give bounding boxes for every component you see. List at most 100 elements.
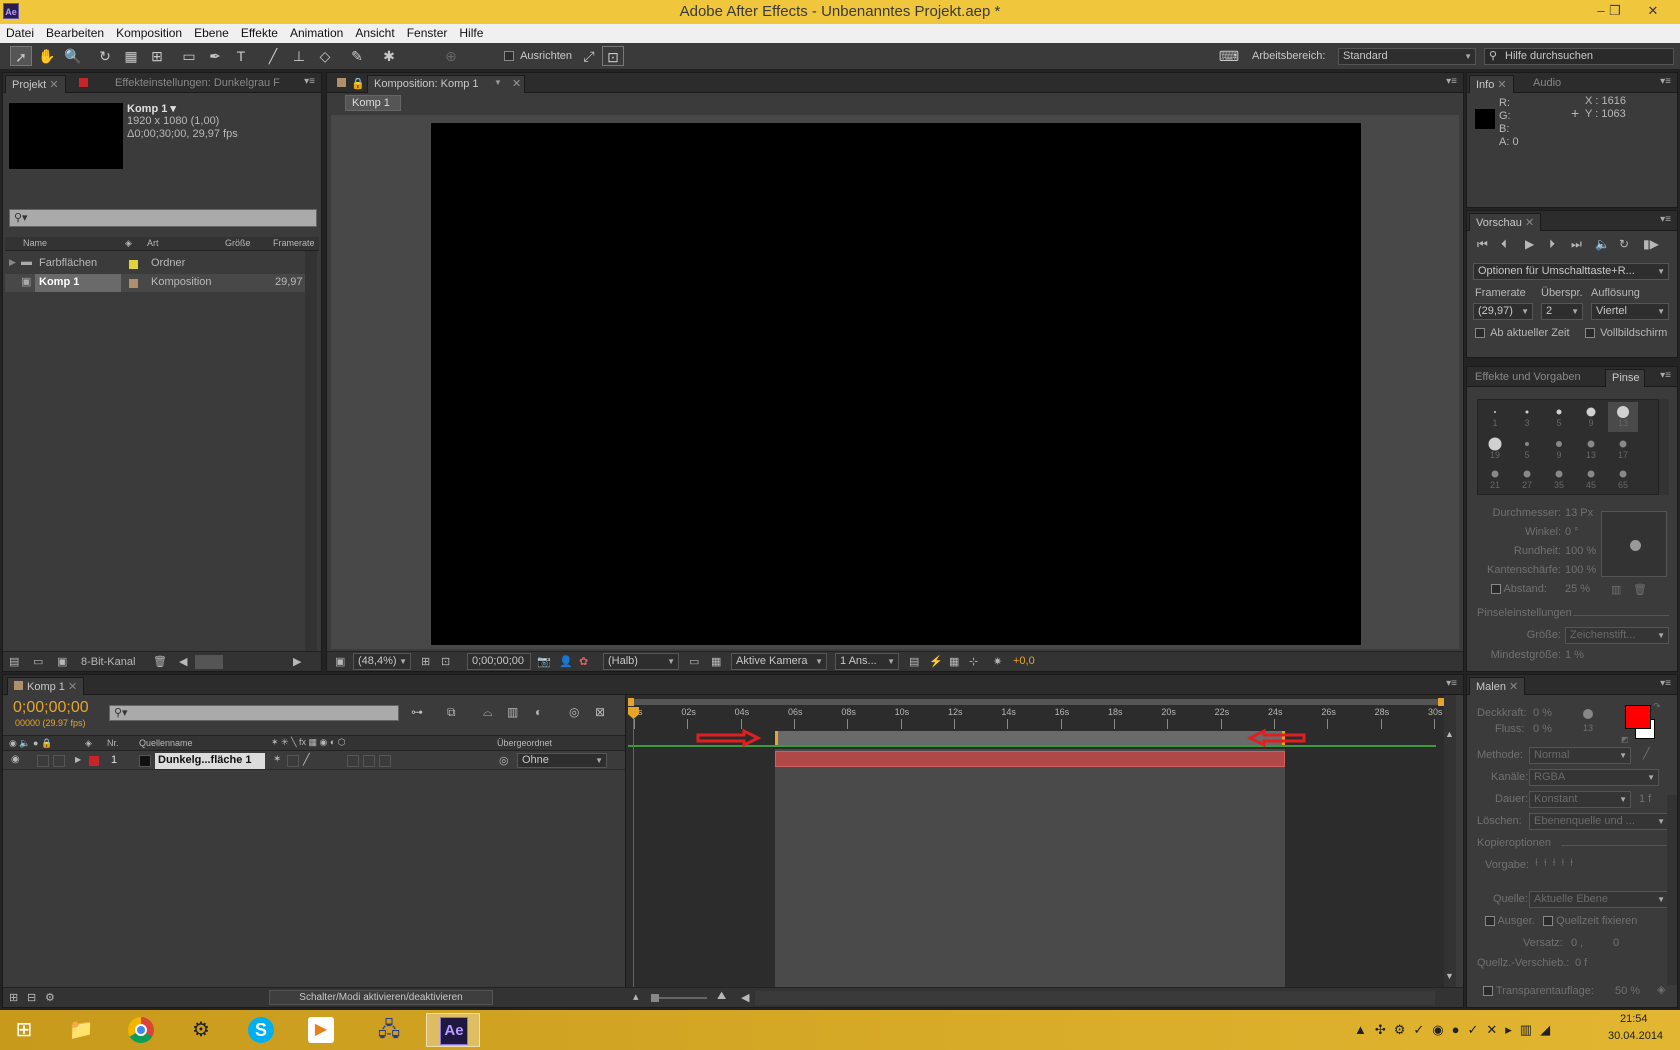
in-out-columns-icon[interactable]: ⚙ — [45, 991, 55, 1004]
offset-x-value[interactable]: 0 , — [1571, 937, 1583, 949]
save-brush-icon[interactable]: ▥ — [1611, 583, 1621, 596]
brush-tip-13[interactable]: 13 — [1608, 402, 1638, 432]
always-preview-icon[interactable]: ▣ — [335, 655, 345, 668]
angle-value[interactable]: 0 ° — [1565, 526, 1579, 538]
scroll-right-icon[interactable]: ▶ — [293, 655, 301, 668]
selection-tool-icon[interactable]: ➚ — [10, 46, 32, 66]
after-effects-taskbar-button[interactable]: Ae — [426, 1013, 480, 1047]
axis-mode-icon[interactable]: ⊕ — [440, 46, 462, 66]
pickwhip-icon[interactable]: ◎ — [499, 754, 509, 767]
mask-visibility-icon[interactable]: ⊡ — [441, 655, 450, 668]
horizontal-scrollbar[interactable] — [195, 655, 223, 669]
lock-icon[interactable]: 🔒 — [351, 77, 365, 90]
scrollbar[interactable] — [305, 251, 317, 657]
graph-editor-icon[interactable]: ⊠ — [595, 705, 605, 719]
current-time-indicator[interactable] — [633, 707, 634, 987]
preview-options-select[interactable]: Optionen für Umschalttaste+R... ▼ — [1473, 263, 1669, 280]
menu-komposition[interactable]: Komposition — [110, 24, 188, 40]
tab-effects-presets[interactable]: Effekte und Vorgaben — [1469, 369, 1587, 387]
tab-composition[interactable]: Komposition: Komp 1 ▼ ✕ — [367, 75, 525, 93]
panel-menu-icon[interactable]: ▾≡ — [1660, 76, 1671, 87]
tab-paint[interactable]: Malen ✕ — [1469, 677, 1526, 695]
exposure-reset-icon[interactable]: ✷ — [993, 655, 1002, 668]
snap-icon[interactable]: ⤢ — [578, 46, 600, 66]
clone-overlay-value[interactable]: 50 % — [1615, 985, 1640, 997]
col-size[interactable]: Größe — [225, 238, 251, 248]
brush-tip-soft-45[interactable]: 45 — [1576, 464, 1606, 494]
zoom-in-icon[interactable]: ⛰ — [717, 990, 726, 1003]
duration-frames[interactable]: 1 f — [1639, 793, 1651, 805]
resolution-select[interactable]: Viertel ▼ — [1591, 303, 1669, 320]
show-snapshot-icon[interactable]: 👤 — [559, 655, 573, 668]
brush-tip-5[interactable]: 5 — [1544, 402, 1574, 432]
brush-tip-soft-27[interactable]: 27 — [1512, 464, 1542, 494]
brush-tip-soft-5[interactable]: 5 — [1512, 434, 1542, 464]
table-row[interactable]: ◉ ▶ 1 Dunkelg...fläche 1 ✶ ╱ ◎ Ohne ▼ — [3, 752, 625, 770]
label-color-icon[interactable] — [129, 260, 138, 269]
menu-ansicht[interactable]: Ansicht — [349, 24, 400, 40]
scroll-down-icon[interactable]: ▼ — [1445, 971, 1454, 981]
fast-previews-icon[interactable]: ⚡ — [929, 655, 943, 668]
lock-toggle[interactable] — [53, 755, 65, 767]
solo-toggle[interactable] — [37, 755, 49, 767]
col-name[interactable]: Name — [23, 238, 47, 248]
switches-icons[interactable]: ✶ ✳ ╲ fx ▦ ◉ ◐ ⬡ — [271, 737, 346, 748]
zoom-out-icon[interactable]: ▴ — [633, 990, 639, 1003]
delete-brush-icon[interactable]: 🗑 — [1633, 583, 1647, 596]
previous-frame-icon[interactable]: ⏴ — [1501, 237, 1507, 252]
region-of-interest-icon[interactable]: ▭ — [689, 655, 699, 668]
first-frame-icon[interactable]: ⏮ — [1477, 237, 1488, 252]
file-explorer-icon[interactable]: 📁 — [54, 1013, 108, 1047]
audio-icon[interactable]: 🔈 — [1595, 237, 1610, 251]
timeline-icon[interactable]: ▦ — [949, 655, 959, 668]
breadcrumb[interactable]: Komp 1 — [345, 95, 401, 111]
col-parent[interactable]: Übergeordnet — [497, 738, 552, 748]
brainstorm-icon[interactable]: ◎ — [569, 705, 579, 719]
mini-flowchart-icon[interactable]: ⊶ — [411, 705, 423, 719]
comp-viewer-area[interactable] — [331, 115, 1459, 649]
channels-select[interactable]: RGBA ▼ — [1529, 769, 1659, 786]
clone-preset-icons[interactable]: ⍿⍿⍿⍿⍿ — [1535, 857, 1579, 870]
current-time-display[interactable]: 0;00;00;00 — [13, 699, 89, 717]
close-tab-icon[interactable]: ✕ — [1509, 681, 1518, 693]
menu-hilfe[interactable]: Hilfe — [453, 24, 489, 40]
steam-icon[interactable]: ⚙ — [174, 1013, 228, 1047]
snap-target-icon[interactable]: ⊡ — [602, 46, 624, 66]
pan-behind-tool-icon[interactable]: ⊞ — [146, 46, 168, 66]
transparency-grid-icon[interactable]: ▦ — [711, 655, 721, 668]
zoom-tool-icon[interactable]: 🔍 — [62, 46, 84, 66]
type-tool-icon[interactable]: T — [230, 46, 252, 66]
menu-bearbeiten[interactable]: Bearbeiten — [40, 24, 110, 40]
col-framerate[interactable]: Framerate — [273, 238, 315, 248]
toggle-switches-modes-button[interactable]: Schalter/Modi aktivieren/deaktivieren — [269, 990, 493, 1005]
tab-brushes[interactable]: Pinse — [1605, 369, 1645, 387]
comp-name[interactable]: Komp 1 ▾ — [127, 102, 176, 115]
spacing-checkbox[interactable] — [1491, 584, 1501, 595]
close-tab-icon[interactable]: ✕ — [512, 77, 521, 90]
panel-menu-icon[interactable]: ▾≡ — [1660, 214, 1671, 225]
project-search-input[interactable]: ⚲▾ — [9, 209, 317, 227]
tab-preview[interactable]: Vorschau ✕ — [1469, 213, 1542, 231]
brush-tip-soft-65[interactable]: 65 — [1608, 464, 1638, 494]
col-type[interactable]: Art — [147, 238, 159, 248]
tab-effect-controls[interactable]: Effekteinstellungen: Dunkelgrau F — [109, 75, 286, 93]
align-checkbox[interactable] — [504, 51, 514, 62]
hardness-value[interactable]: 100 % — [1565, 564, 1596, 576]
roto-brush-tool-icon[interactable]: ✎ — [346, 46, 368, 66]
eyedropper-icon[interactable]: ╱ — [1643, 747, 1650, 760]
horizontal-scrollbar[interactable] — [755, 991, 1435, 1005]
default-colors-icon[interactable]: ◩ — [1621, 735, 1629, 744]
draft-3d-icon[interactable]: ⧉ — [447, 705, 456, 720]
loop-icon[interactable]: ↻ — [1619, 237, 1629, 251]
trash-icon[interactable]: 🗑 — [153, 655, 167, 668]
brush-tip-3[interactable]: 3 — [1512, 402, 1542, 432]
collapse-switch[interactable] — [287, 755, 299, 767]
framerate-select[interactable]: (29,97) ▼ — [1473, 303, 1533, 320]
spacing-value[interactable]: 25 % — [1565, 583, 1590, 595]
brush-tool-icon[interactable]: ╱ — [262, 46, 284, 66]
brush-tip-19[interactable]: 19 — [1480, 434, 1510, 464]
pixel-aspect-icon[interactable]: ▤ — [909, 655, 919, 668]
clock-time[interactable]: 21:54 — [1620, 1013, 1648, 1025]
next-frame-icon[interactable]: ⏵ — [1549, 237, 1555, 252]
channel-icon[interactable]: ✿ — [579, 655, 588, 668]
